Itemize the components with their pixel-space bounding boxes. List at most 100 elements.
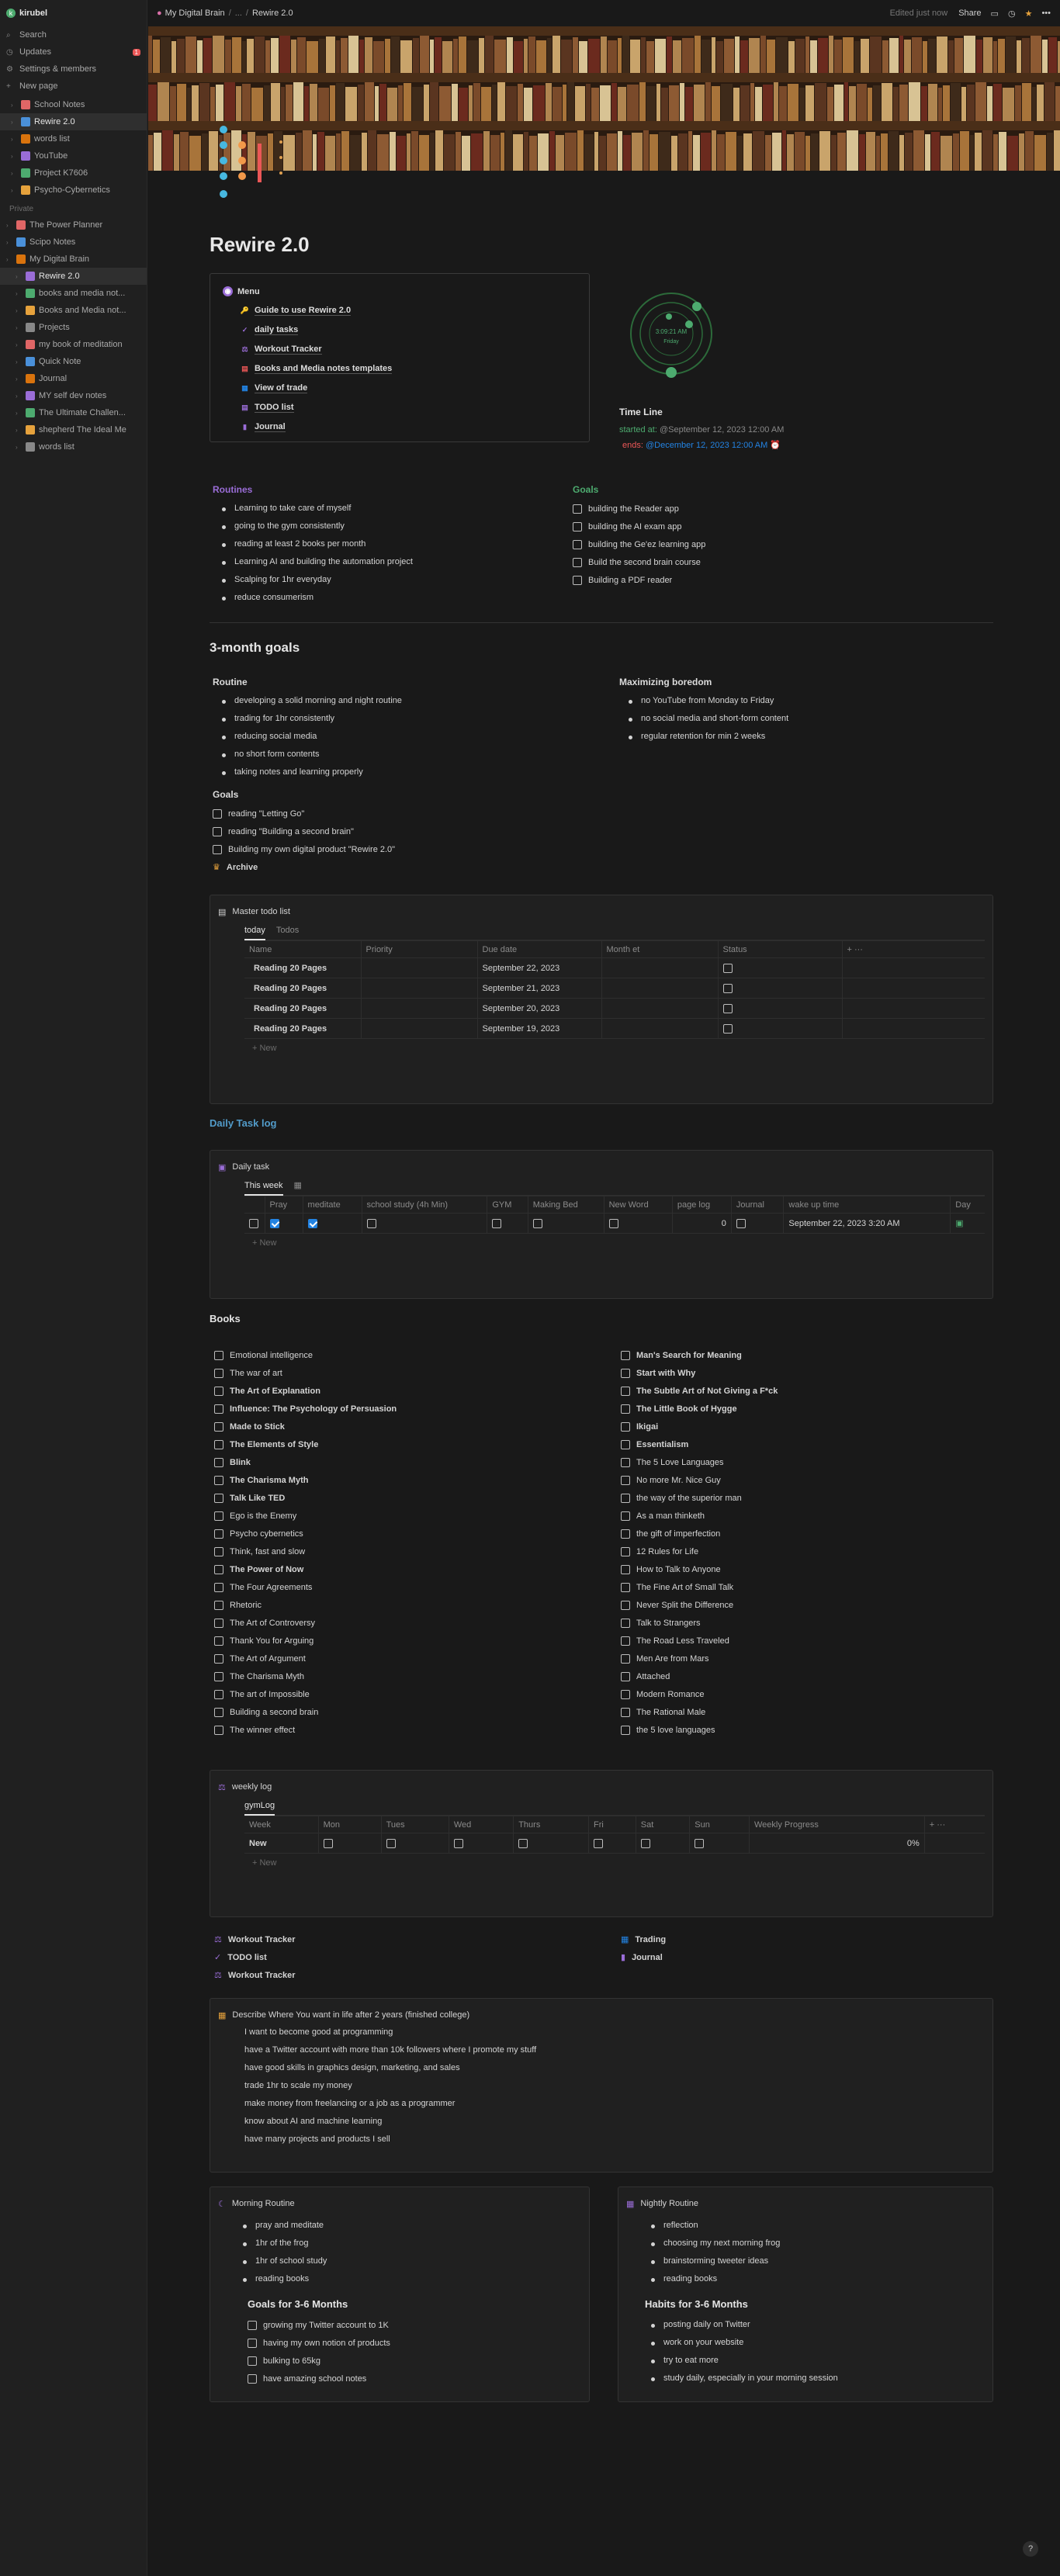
due-date-cell[interactable]: September 20, 2023: [477, 998, 602, 1019]
more-menu-icon[interactable]: •••: [1041, 9, 1051, 18]
new-row-button[interactable]: + New: [244, 1234, 985, 1252]
checkbox[interactable]: [214, 1689, 223, 1699]
name-cell[interactable]: Reading 20 Pages: [244, 978, 362, 999]
sidebar-item[interactable]: › Journal: [0, 370, 147, 387]
checkbox[interactable]: [214, 1653, 223, 1664]
chevron-right-icon[interactable]: ›: [11, 170, 17, 177]
checkbox[interactable]: [621, 1511, 630, 1521]
checkbox[interactable]: [269, 1218, 279, 1228]
sidebar-item[interactable]: › Psycho-Cybernetics: [0, 182, 147, 199]
page-link[interactable]: ✓ TODO list: [214, 1948, 525, 1966]
sidebar-item[interactable]: › Rewire 2.0: [0, 268, 147, 285]
sidebar-search-item[interactable]: ⌕ Search: [0, 26, 147, 43]
checkbox[interactable]: [573, 504, 582, 514]
sidebar-item[interactable]: › words list: [0, 438, 147, 455]
sidebar-item[interactable]: › The Ultimate Challen...: [0, 404, 147, 421]
column-header[interactable]: New Word: [604, 1196, 673, 1214]
name-cell[interactable]: Reading 20 Pages: [244, 998, 362, 1019]
chevron-right-icon[interactable]: ›: [6, 222, 12, 229]
day-cell[interactable]: [636, 1833, 691, 1854]
sidebar-item[interactable]: › School Notes: [0, 96, 147, 113]
checkbox[interactable]: [621, 1439, 630, 1449]
checkbox[interactable]: [214, 1368, 223, 1378]
checkbox[interactable]: [214, 1546, 223, 1556]
checkbox[interactable]: [695, 1838, 705, 1848]
checkbox[interactable]: [621, 1368, 630, 1378]
sidebar-item[interactable]: › MY self dev notes: [0, 387, 147, 404]
favorite-star-icon[interactable]: ★: [1025, 9, 1033, 19]
status-cell[interactable]: [718, 1018, 843, 1039]
cell[interactable]: [265, 1213, 303, 1234]
priority-cell[interactable]: [361, 998, 478, 1019]
checkbox[interactable]: [453, 1838, 463, 1848]
column-header[interactable]: Status: [718, 940, 843, 958]
tab-gymlog[interactable]: gymLog: [244, 1795, 275, 1816]
checkbox[interactable]: [214, 1404, 223, 1414]
column-header[interactable]: Name: [244, 940, 362, 958]
checkbox[interactable]: [214, 1457, 223, 1467]
sidebar-item[interactable]: › my book of meditation: [0, 336, 147, 353]
column-header[interactable]: wake up time: [783, 1196, 951, 1214]
cell[interactable]: [731, 1213, 785, 1234]
checkbox[interactable]: [532, 1218, 542, 1228]
checkbox[interactable]: [621, 1546, 630, 1556]
checkbox[interactable]: [214, 1600, 223, 1610]
sidebar-item[interactable]: › My Digital Brain: [0, 251, 147, 268]
checkbox[interactable]: [621, 1671, 630, 1681]
archive-link[interactable]: ♛ Archive: [213, 858, 601, 876]
chevron-right-icon[interactable]: ›: [6, 239, 12, 246]
breadcrumb-my-digital-brain[interactable]: My Digital Brain: [165, 9, 225, 18]
cell[interactable]: [528, 1213, 604, 1234]
checkbox[interactable]: [214, 1564, 223, 1574]
page-title[interactable]: Rewire 2.0: [210, 233, 993, 257]
checkbox[interactable]: [722, 983, 733, 993]
checkbox[interactable]: [573, 521, 582, 531]
cell[interactable]: September 22, 2023 3:20 AM: [783, 1213, 951, 1234]
menu-link[interactable]: ▮ Journal: [240, 417, 577, 437]
checkbox[interactable]: [621, 1386, 630, 1396]
checkbox[interactable]: [621, 1421, 630, 1432]
day-cell[interactable]: [513, 1833, 589, 1854]
checkbox[interactable]: [366, 1218, 376, 1228]
cell[interactable]: [303, 1213, 362, 1234]
checkbox[interactable]: [608, 1218, 618, 1228]
checkbox[interactable]: [214, 1582, 223, 1592]
chevron-right-icon[interactable]: ›: [16, 444, 22, 451]
name-cell[interactable]: Reading 20 Pages: [244, 957, 362, 978]
sidebar-item[interactable]: › Quick Note: [0, 353, 147, 370]
column-header[interactable]: Day: [950, 1196, 985, 1214]
new-row-button[interactable]: + New: [244, 1854, 985, 1872]
checkbox[interactable]: [621, 1600, 630, 1610]
history-icon[interactable]: ◷: [1008, 9, 1016, 19]
checkbox[interactable]: [621, 1618, 630, 1628]
started-date[interactable]: @September 12, 2023 12:00 AM: [660, 425, 784, 435]
checkbox[interactable]: [214, 1511, 223, 1521]
month-cell[interactable]: [601, 957, 719, 978]
checkbox[interactable]: [573, 557, 582, 567]
column-header[interactable]: Tues: [381, 1816, 449, 1833]
page-link[interactable]: ▦ Trading: [621, 1930, 931, 1948]
day-cell[interactable]: [318, 1833, 382, 1854]
checkbox[interactable]: [621, 1457, 630, 1467]
add-column-button[interactable]: + ···: [924, 1816, 985, 1833]
column-header[interactable]: Week: [244, 1816, 319, 1833]
chevron-right-icon[interactable]: ›: [11, 153, 17, 160]
column-header[interactable]: page log: [672, 1196, 732, 1214]
column-header[interactable]: Wed: [449, 1816, 514, 1833]
column-header[interactable]: Pray: [265, 1196, 303, 1214]
add-column-button[interactable]: + ···: [842, 940, 985, 958]
chevron-right-icon[interactable]: ›: [11, 187, 17, 194]
sidebar-item[interactable]: › words list: [0, 130, 147, 147]
status-cell[interactable]: [718, 957, 843, 978]
chevron-right-icon[interactable]: ›: [11, 136, 17, 143]
chevron-right-icon[interactable]: ›: [16, 341, 22, 348]
column-header[interactable]: Journal: [731, 1196, 785, 1214]
column-header[interactable]: Weekly Progress: [749, 1816, 925, 1833]
checkbox[interactable]: [621, 1404, 630, 1414]
chevron-right-icon[interactable]: ›: [16, 307, 22, 314]
checkbox[interactable]: [214, 1421, 223, 1432]
sidebar-item[interactable]: › Books and Media not...: [0, 302, 147, 319]
priority-cell[interactable]: [361, 978, 478, 999]
chevron-right-icon[interactable]: ›: [16, 358, 22, 365]
column-header[interactable]: Fri: [588, 1816, 636, 1833]
